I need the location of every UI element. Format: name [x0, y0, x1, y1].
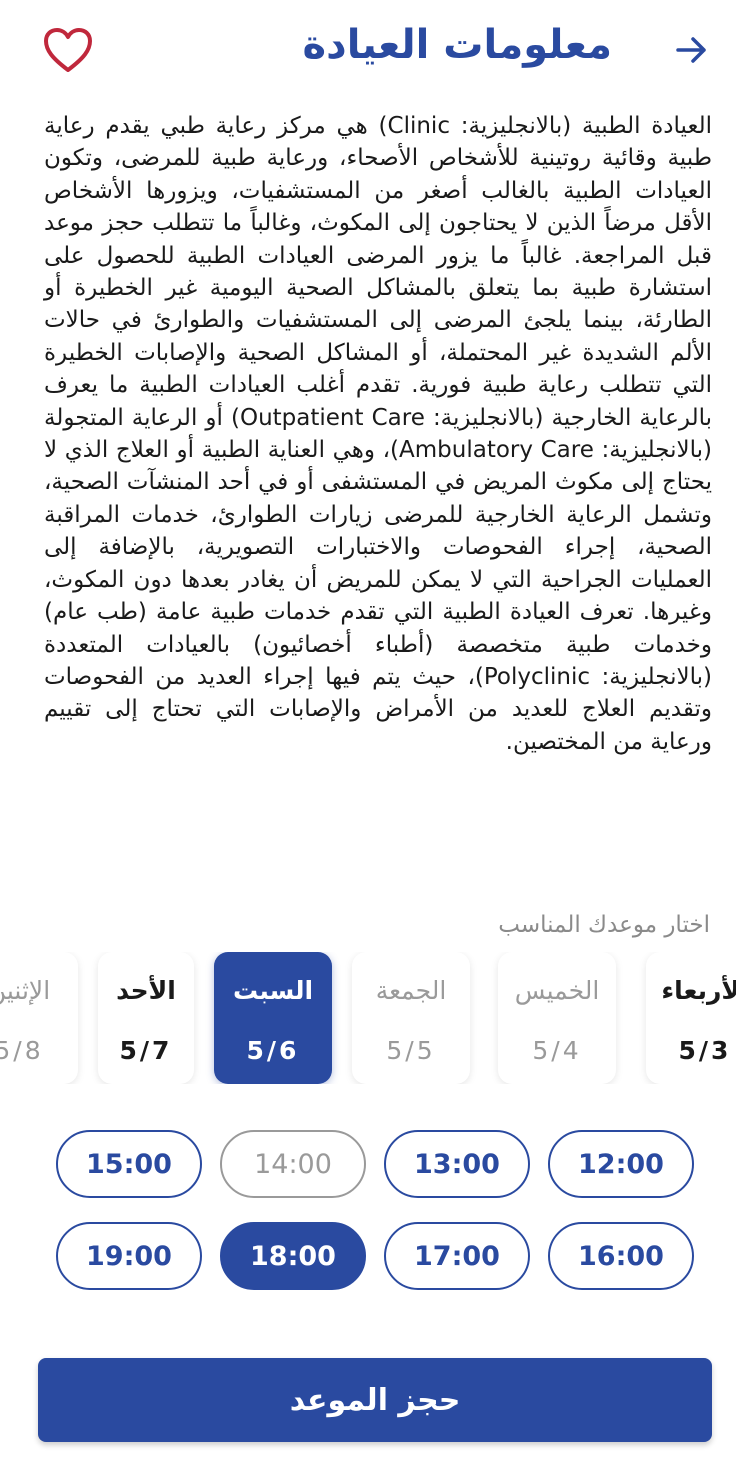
page-title: معلومات العيادة	[302, 22, 612, 68]
time-slot-1300[interactable]: 13:00	[384, 1130, 530, 1198]
day-name: الإثنين	[0, 976, 51, 1005]
time-slot-1800[interactable]: 18:00	[220, 1222, 366, 1290]
day-date: 5/8	[0, 1036, 44, 1065]
day-date: 5/7	[119, 1036, 173, 1065]
day-card-monday[interactable]: الإثنين 5/8	[0, 952, 78, 1084]
day-name: الخميس	[514, 976, 600, 1005]
time-slot-1900[interactable]: 19:00	[56, 1222, 202, 1290]
day-card-sunday[interactable]: الأحد 5/7	[98, 952, 194, 1084]
day-selector: الأربعاء 5/3 الخميس 5/4 الجمعة 5/5 السبت…	[0, 952, 736, 1084]
day-name: الأربعاء	[661, 976, 736, 1005]
day-card-friday[interactable]: الجمعة 5/5	[352, 952, 470, 1084]
back-button[interactable]	[670, 28, 714, 72]
arrow-right-icon	[676, 37, 706, 63]
day-date: 5/5	[386, 1036, 436, 1065]
time-slot-grid: 12:00 13:00 14:00 15:00 16:00 17:00 18:0…	[0, 1130, 736, 1290]
day-date: 5/3	[678, 1036, 732, 1065]
time-slot-1700[interactable]: 17:00	[384, 1222, 530, 1290]
day-name: الأحد	[116, 976, 176, 1005]
clinic-description: العيادة الطبية (بالانجليزية: Clinic) هي …	[44, 113, 712, 755]
time-slot-1600[interactable]: 16:00	[548, 1222, 694, 1290]
day-card-thursday[interactable]: الخميس 5/4	[498, 952, 616, 1084]
day-date: 5/4	[532, 1036, 582, 1065]
appointment-label: اختار موعدك المناسب	[498, 912, 710, 938]
day-date: 5/6	[246, 1036, 300, 1065]
time-slot-1500[interactable]: 15:00	[56, 1130, 202, 1198]
app-header: معلومات العيادة	[0, 0, 736, 104]
time-slot-1400[interactable]: 14:00	[220, 1130, 366, 1198]
day-name: الجمعة	[375, 976, 447, 1005]
heart-outline-icon	[44, 28, 92, 72]
book-appointment-button[interactable]: حجز الموعد	[38, 1358, 712, 1442]
day-name: السبت	[232, 976, 314, 1005]
favorite-button[interactable]	[40, 24, 96, 76]
day-card-wednesday[interactable]: الأربعاء 5/3	[646, 952, 736, 1084]
day-card-saturday[interactable]: السبت 5/6	[214, 952, 332, 1084]
time-slot-1200[interactable]: 12:00	[548, 1130, 694, 1198]
